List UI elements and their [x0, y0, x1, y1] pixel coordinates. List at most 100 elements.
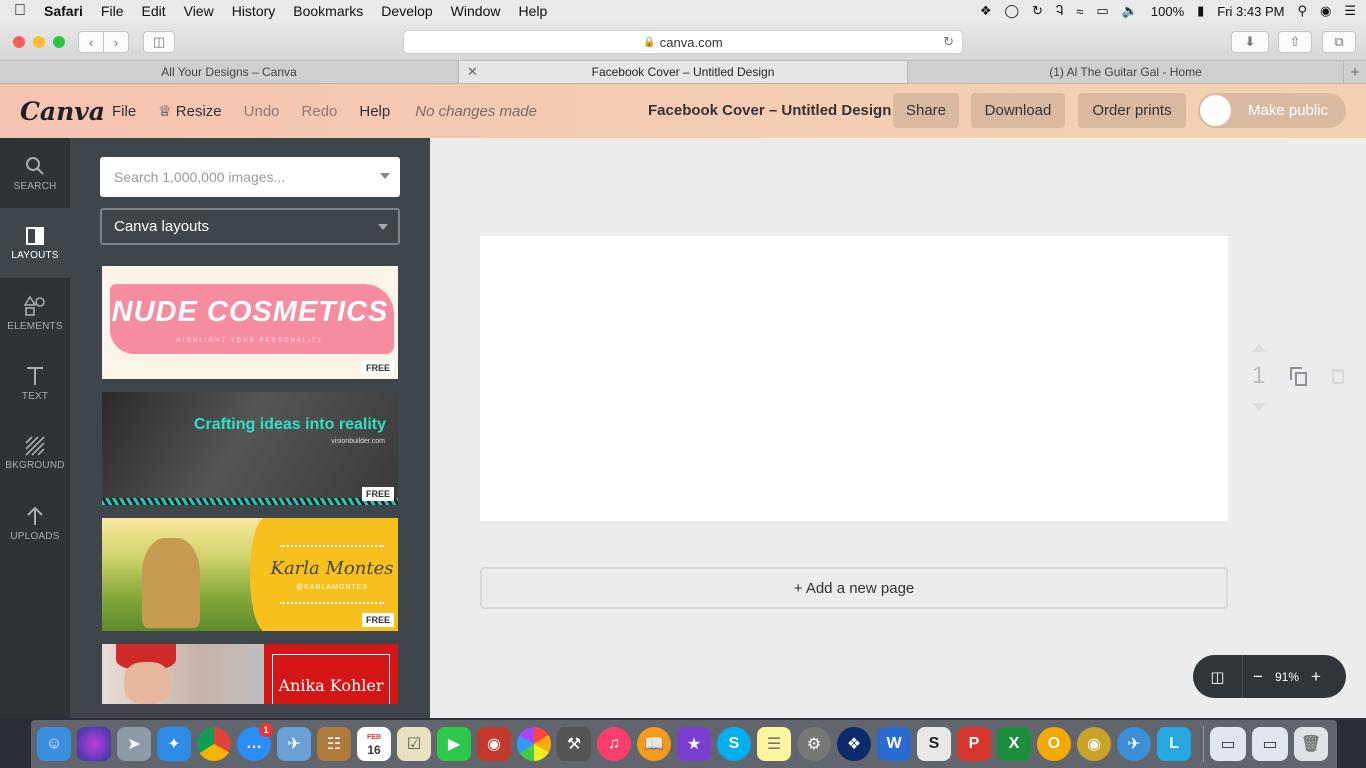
sync-icon[interactable]: ◯	[1005, 3, 1020, 19]
chrome-icon[interactable]	[197, 727, 231, 761]
redo-button[interactable]: Redo	[302, 103, 338, 120]
finder-icon[interactable]: ☺	[37, 727, 71, 761]
clock[interactable]: Fri 3:43 PM	[1217, 4, 1284, 19]
share-button[interactable]: ⇧	[1278, 31, 1312, 53]
help-menu[interactable]: Help	[359, 103, 390, 120]
launchpad-icon[interactable]: ➤	[117, 727, 151, 761]
minimize-window-button[interactable]	[33, 36, 45, 48]
notification-center-icon[interactable]: ☰	[1344, 3, 1356, 19]
contacts-icon[interactable]: ☷	[317, 727, 351, 761]
caret-down-icon[interactable]	[380, 173, 390, 179]
safari-icon[interactable]: ✦	[157, 727, 191, 761]
time-machine-icon[interactable]: ↻	[1032, 3, 1043, 19]
battery-percent[interactable]: 100%	[1151, 4, 1184, 19]
reload-icon[interactable]: ↻	[943, 34, 954, 50]
canva-logo[interactable]: Canva	[20, 97, 105, 126]
rail-text[interactable]: TEXT	[0, 348, 70, 418]
lync-icon[interactable]: L	[1157, 727, 1191, 761]
rail-search[interactable]: SEARCH	[0, 138, 70, 208]
skype-icon[interactable]: S	[717, 727, 751, 761]
reminders-icon[interactable]: ☑	[397, 727, 431, 761]
preview-icon[interactable]: ✈	[277, 727, 311, 761]
network-globe-icon[interactable]: ✈	[1117, 727, 1151, 761]
tab-facebook-cover[interactable]: ✕ Facebook Cover – Untitled Design	[459, 61, 908, 83]
zoom-level[interactable]: 91%	[1273, 670, 1301, 684]
menu-develop[interactable]: Develop	[372, 3, 441, 19]
layout-template-1[interactable]: NUDE COSMETICS HIGHLIGHT YOUR PERSONALIT…	[102, 266, 398, 379]
sidebar-toggle-button[interactable]: ◫	[143, 31, 175, 53]
undo-button[interactable]: Undo	[244, 103, 280, 120]
powerpoint-icon[interactable]: P	[957, 727, 991, 761]
siri-icon[interactable]: ◉	[1320, 3, 1331, 19]
calendar-icon[interactable]: FEB 16	[357, 727, 391, 761]
menu-bookmarks[interactable]: Bookmarks	[284, 3, 372, 19]
migration-assistant-icon[interactable]: ⚒	[557, 727, 591, 761]
excel-icon[interactable]: X	[997, 727, 1031, 761]
minimized-window-1[interactable]: ▭	[1210, 727, 1246, 761]
battery-icon[interactable]: ▮	[1197, 3, 1204, 19]
downloads-button[interactable]: ⬇	[1231, 31, 1269, 53]
move-page-up-icon[interactable]	[1252, 344, 1266, 352]
layout-source-dropdown[interactable]: Canva layouts	[100, 208, 400, 245]
move-page-down-icon[interactable]	[1252, 403, 1266, 411]
system-preferences-icon[interactable]: ⚙	[797, 727, 831, 761]
word-icon[interactable]: W	[877, 727, 911, 761]
menu-help[interactable]: Help	[509, 3, 556, 19]
close-tab-icon[interactable]: ✕	[467, 64, 478, 80]
zoom-in-button[interactable]: +	[1301, 667, 1331, 687]
facetime-icon[interactable]: ▶	[437, 727, 471, 761]
menu-window[interactable]: Window	[442, 3, 510, 19]
zoom-out-button[interactable]: −	[1243, 667, 1273, 687]
tab-overview-button[interactable]: ⧉	[1322, 31, 1356, 53]
bluetooth-icon[interactable]: Ꮈ	[1056, 3, 1063, 19]
image-search-input[interactable]: Search 1,000,000 images...	[100, 157, 400, 197]
notes-icon[interactable]: ☰	[757, 727, 791, 761]
design-page[interactable]	[480, 236, 1228, 521]
present-icon[interactable]: ◫	[1193, 655, 1243, 698]
seal-app-icon[interactable]: ◉	[1077, 727, 1111, 761]
itunes-icon[interactable]: ♫	[597, 727, 631, 761]
menu-history[interactable]: History	[223, 3, 285, 19]
order-prints-button[interactable]: Order prints	[1078, 93, 1186, 128]
rail-background[interactable]: BKGROUND	[0, 418, 70, 488]
airplay-icon[interactable]: ▭	[1096, 3, 1108, 19]
address-bar[interactable]: 🔒 canva.com ↻	[403, 30, 963, 54]
apple-menu-icon[interactable]: 	[0, 2, 40, 20]
rail-elements[interactable]: ELEMENTS	[0, 278, 70, 348]
delete-page-icon[interactable]	[1332, 369, 1344, 384]
minimized-window-2[interactable]: ▭	[1252, 727, 1288, 761]
layout-template-2[interactable]: Crafting ideas into reality visionbuilde…	[102, 392, 398, 505]
add-new-page-button[interactable]: + Add a new page	[480, 567, 1228, 609]
volume-icon[interactable]: 🔈	[1122, 3, 1138, 19]
zoom-window-button[interactable]	[53, 36, 65, 48]
dropbox-icon[interactable]: ❖	[980, 3, 992, 19]
menu-file[interactable]: File	[92, 3, 133, 19]
siri-dock-icon[interactable]	[77, 727, 111, 761]
slack-s-icon[interactable]: S	[917, 727, 951, 761]
imovie-icon[interactable]: ★	[677, 727, 711, 761]
close-window-button[interactable]	[13, 36, 25, 48]
resize-menu[interactable]: ♕ Resize	[158, 102, 221, 120]
photo-booth-icon[interactable]: ◉	[477, 727, 511, 761]
new-tab-button[interactable]: +	[1344, 61, 1366, 83]
menu-edit[interactable]: Edit	[132, 3, 174, 19]
trash-dock-icon[interactable]: 🗑	[1294, 727, 1328, 761]
layout-template-3[interactable]: Karla Montes @KARLAMONTES FREE	[102, 518, 398, 631]
download-button[interactable]: Download	[971, 93, 1065, 128]
rail-uploads[interactable]: UPLOADS	[0, 488, 70, 558]
rail-layouts[interactable]: LAYOUTS	[0, 208, 70, 278]
menu-safari[interactable]: Safari	[40, 3, 92, 19]
ibooks-icon[interactable]: 📖	[637, 727, 671, 761]
dropbox-dock-icon[interactable]: ❖	[837, 727, 871, 761]
layout-template-4[interactable]: Anika Kohler	[102, 644, 398, 704]
duplicate-page-icon[interactable]	[1290, 367, 1308, 387]
menu-view[interactable]: View	[175, 3, 223, 19]
design-title[interactable]: Facebook Cover – Untitled Design	[648, 102, 891, 119]
make-public-toggle[interactable]: Make public	[1198, 93, 1346, 128]
spotlight-search-icon[interactable]: ⚲	[1297, 3, 1307, 19]
wifi-icon[interactable]: ≈	[1076, 4, 1083, 19]
file-menu[interactable]: File	[112, 103, 136, 120]
photos-icon[interactable]	[517, 727, 551, 761]
tab-guitar-gal[interactable]: (1) Al The Guitar Gal - Home	[908, 61, 1344, 83]
tab-all-designs[interactable]: All Your Designs – Canva	[0, 61, 459, 83]
